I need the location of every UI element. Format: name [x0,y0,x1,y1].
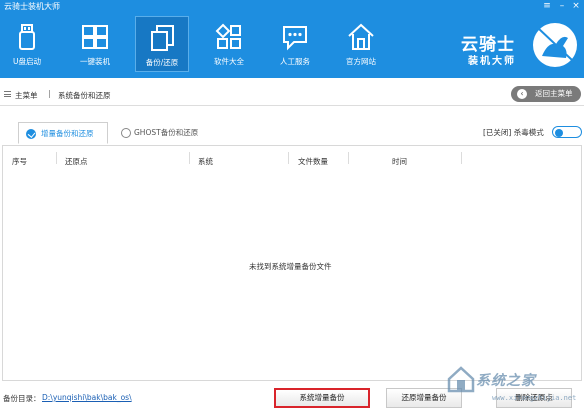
tab-label: 增量备份和还原 [41,129,94,138]
antivirus-toggle[interactable] [552,126,582,138]
back-arrow-icon: ‹ [517,89,527,99]
backup-dir-label: 备份目录： [3,394,41,403]
usb-drive-icon [19,24,35,50]
apps-grid-icon [215,23,241,49]
column-divider [189,152,190,164]
tab-ghost-backup[interactable]: GHOST备份和还原 [114,122,224,144]
antivirus-status: [已关闭] 杀毒模式 [483,127,544,138]
back-to-main-button[interactable]: ‹ 返回主菜单 [511,86,581,102]
nav-label: 软件大全 [214,57,244,66]
tab-incremental-backup[interactable]: 增量备份和还原 [18,122,108,144]
watermark-url: www.xitongzhijia.net [492,394,577,402]
tab-bar: 增量备份和还原 GHOST备份和还原 [已关闭] 杀毒模式 [0,118,584,146]
nav-label: 人工服务 [280,57,310,66]
column-header: 时间 [392,157,407,166]
breadcrumb-separator: | [48,89,51,98]
antivirus-status-text: [已关闭] [483,128,512,137]
check-circle-icon [26,129,36,139]
column-divider [461,152,462,164]
breadcrumb-current: 系统备份和还原 [58,91,111,100]
knight-logo-icon [533,23,577,67]
home-icon [348,23,374,50]
backup-dir-link[interactable]: D:\yunqishi\bak\bak_os\ [42,393,132,402]
watermark-text: 系统之家 [476,373,536,389]
nav-official-site[interactable]: 官方网站 [334,16,388,72]
nav-label: 备份/还原 [145,58,179,67]
nav-human-service[interactable]: 人工服务 [268,16,322,72]
window-title: 云骑士装机大师 [4,2,60,11]
antivirus-label: 杀毒模式 [513,128,544,137]
back-button-label: 返回主菜单 [535,89,573,98]
menu-icon [4,91,11,97]
breadcrumb-root[interactable]: 主菜单 [15,90,38,101]
title-bar: 云骑士装机大师 ≡ – × [0,0,584,14]
chat-bubble-icon [283,26,307,51]
brand-subtitle: 装机大师 [468,56,516,67]
radio-circle-icon [121,128,131,138]
incremental-backup-button[interactable]: 系统增量备份 [274,388,370,408]
tab-label: GHOST备份和还原 [134,128,199,137]
column-header: 文件数量 [298,157,328,166]
restore-point-table: 序号 还原点 系统 文件数量 时间 未找到系统增量备份文件 [2,145,582,381]
column-divider [288,152,289,164]
table-header: 序号 还原点 系统 文件数量 时间 [3,146,581,176]
nav-usb-boot[interactable]: U盘启动 [0,16,54,72]
column-header: 序号 [12,157,27,166]
column-divider [56,152,57,164]
house-logo-icon [447,366,475,393]
nav-backup-restore[interactable]: 备份/还原 [135,16,189,72]
nav-software[interactable]: 软件大全 [202,16,256,72]
menu-icon[interactable]: ≡ [540,0,554,12]
column-divider [348,152,349,164]
nav-one-click-install[interactable]: 一键装机 [68,16,122,72]
close-icon[interactable]: × [569,0,583,12]
nav-label: U盘启动 [13,57,41,66]
column-header: 系统 [198,157,213,166]
toggle-knob [555,128,563,137]
app-header: 云骑士装机大师 ≡ – × U盘启动 一键装机 备份/还原 软件大全 人工服务 … [0,0,584,78]
empty-table-message: 未找到系统增量备份文件 [249,262,332,271]
minimize-icon[interactable]: – [555,0,569,12]
nav-label: 一键装机 [80,57,110,66]
column-header: 还原点 [65,157,88,166]
watermark: 系统之家 www.xitongzhijia.net [442,358,584,409]
windows-icon [82,25,108,49]
nav-label: 官方网站 [346,57,376,66]
breadcrumb: 主菜单 | 系统备份和还原 ‹ 返回主菜单 [0,82,584,106]
copy-backup-icon [151,25,174,51]
